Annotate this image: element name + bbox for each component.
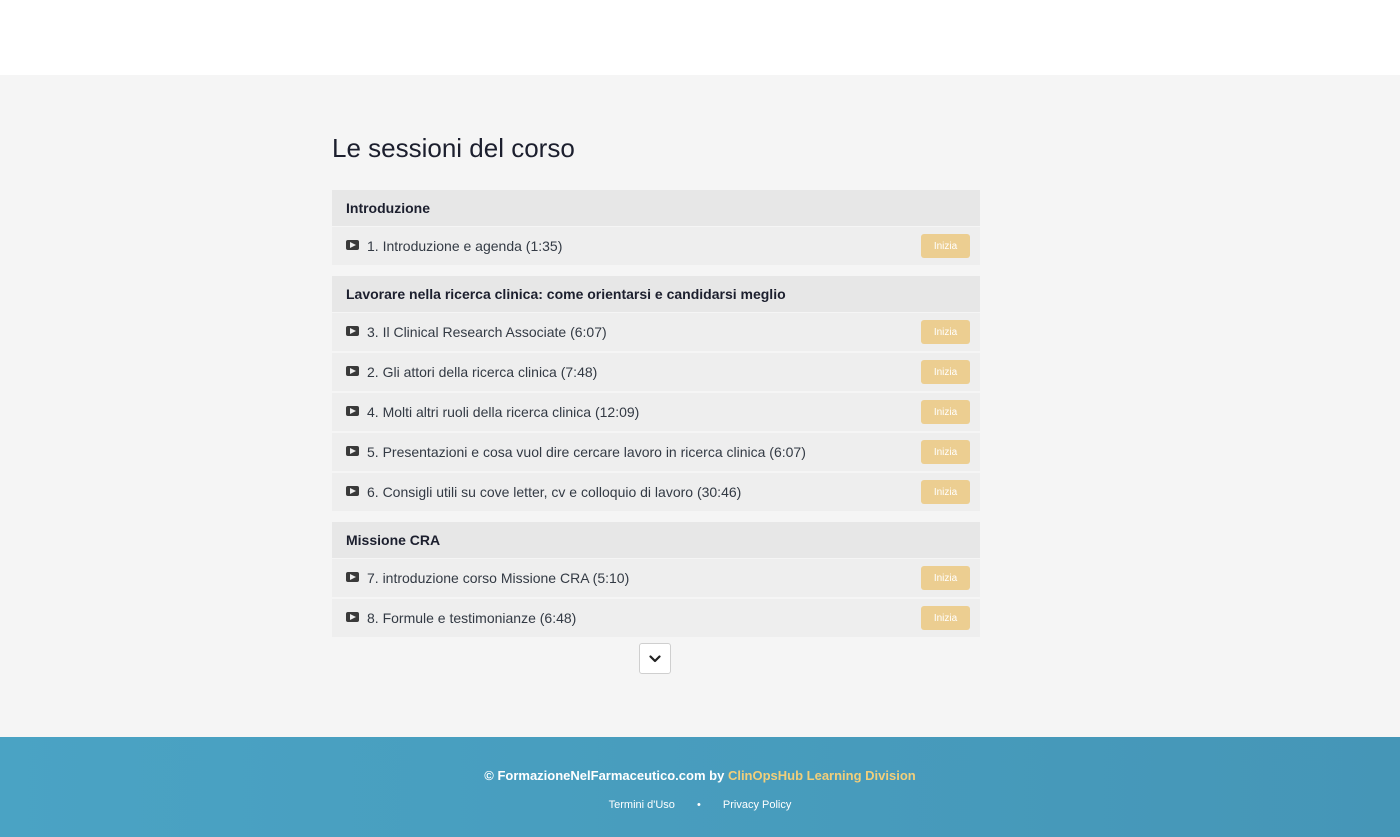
privacy-policy-link[interactable]: Privacy Policy <box>723 799 791 811</box>
main-content: Le sessioni del corso Introduzione 1. Int… <box>0 75 1400 737</box>
video-play-icon <box>346 572 359 582</box>
top-header <box>0 0 1400 75</box>
video-play-icon <box>346 326 359 336</box>
lecture-item[interactable]: 5. Presentazioni e cosa vuol dire cercar… <box>332 433 980 473</box>
lecture-item[interactable]: 6. Consigli utili su cove letter, cv e c… <box>332 473 980 513</box>
terms-link[interactable]: Termini d'Uso <box>609 799 675 811</box>
lecture-title[interactable]: 1. Introduzione e agenda (1:35) <box>367 227 562 265</box>
chevron-down-icon <box>649 654 661 662</box>
footer-copyright: © FormazioneNelFarmaceutico.com by ClinO… <box>0 768 1400 783</box>
copyright-by: by <box>709 768 725 783</box>
video-play-icon <box>346 366 359 376</box>
lecture-item[interactable]: 7. introduzione corso Missione CRA (5:10… <box>332 559 980 599</box>
lecture-title[interactable]: 2. Gli attori della ricerca clinica (7:4… <box>367 353 597 391</box>
start-lecture-button[interactable]: Inizia <box>921 606 970 630</box>
course-section: Introduzione 1. Introduzione e agenda (1:… <box>332 190 980 267</box>
footer: © FormazioneNelFarmaceutico.com by ClinO… <box>0 737 1400 837</box>
video-play-icon <box>346 406 359 416</box>
lecture-item[interactable]: 4. Molti altri ruoli della ricerca clini… <box>332 393 980 433</box>
lecture-item[interactable]: 2. Gli attori della ricerca clinica (7:4… <box>332 353 980 393</box>
start-lecture-button[interactable]: Inizia <box>921 320 970 344</box>
section-title: Introduzione <box>332 190 980 227</box>
copyright-text: © FormazioneNelFarmaceutico.com <box>484 768 706 783</box>
footer-separator: • <box>696 799 701 811</box>
course-section: Missione CRA 7. introduzione corso Missio… <box>332 522 980 639</box>
course-section: Lavorare nella ricerca clinica: come ori… <box>332 276 980 513</box>
video-play-icon <box>346 240 359 250</box>
start-lecture-button[interactable]: Inizia <box>921 400 970 424</box>
lecture-item[interactable]: 1. Introduzione e agenda (1:35) Inizia <box>332 227 980 267</box>
lecture-title[interactable]: 6. Consigli utili su cove letter, cv e c… <box>367 473 741 511</box>
start-lecture-button[interactable]: Inizia <box>921 360 970 384</box>
page-title: Le sessioni del corso <box>332 133 575 163</box>
video-play-icon <box>346 486 359 496</box>
start-lecture-button[interactable]: Inizia <box>921 480 970 504</box>
start-lecture-button[interactable]: Inizia <box>921 234 970 258</box>
lecture-title[interactable]: 7. introduzione corso Missione CRA (5:10… <box>367 559 629 597</box>
brand-link[interactable]: ClinOpsHub Learning Division <box>728 768 916 783</box>
lecture-title[interactable]: 5. Presentazioni e cosa vuol dire cercar… <box>367 433 806 471</box>
lecture-title[interactable]: 4. Molti altri ruoli della ricerca clini… <box>367 393 639 431</box>
start-lecture-button[interactable]: Inizia <box>921 440 970 464</box>
show-more-button[interactable] <box>639 643 671 674</box>
lecture-item[interactable]: 3. Il Clinical Research Associate (6:07)… <box>332 313 980 353</box>
section-list: Introduzione 1. Introduzione e agenda (1:… <box>332 190 980 648</box>
lecture-title[interactable]: 8. Formule e testimonianze (6:48) <box>367 599 576 637</box>
footer-links: Termini d'Uso • Privacy Policy <box>0 799 1400 811</box>
lecture-item[interactable]: 8. Formule e testimonianze (6:48) Inizia <box>332 599 980 639</box>
lecture-title[interactable]: 3. Il Clinical Research Associate (6:07) <box>367 313 607 351</box>
section-title: Missione CRA <box>332 522 980 559</box>
video-play-icon <box>346 446 359 456</box>
section-title: Lavorare nella ricerca clinica: come ori… <box>332 276 980 313</box>
start-lecture-button[interactable]: Inizia <box>921 566 970 590</box>
video-play-icon <box>346 612 359 622</box>
